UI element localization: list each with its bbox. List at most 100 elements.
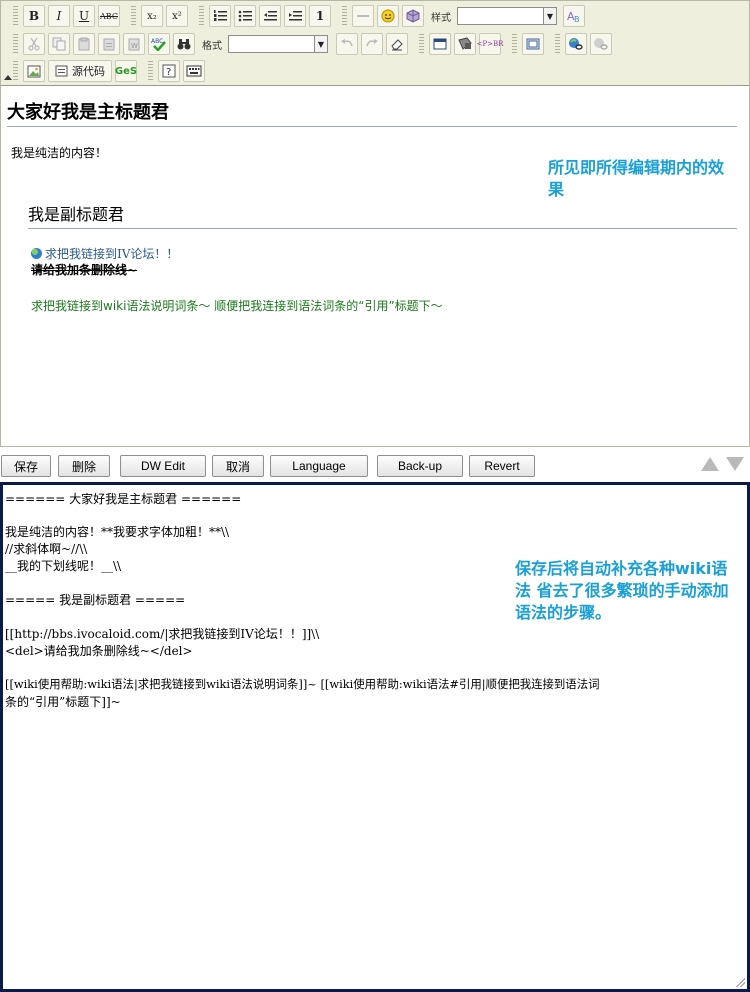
backup-button[interactable]: Back-up	[377, 455, 463, 477]
cancel-button[interactable]: 取消	[212, 455, 264, 477]
toolbar-grip	[13, 6, 18, 26]
ges-button[interactable]: GeS	[115, 60, 137, 82]
ordered-list-icon	[214, 10, 227, 21]
outdent-button[interactable]	[259, 5, 281, 27]
eraser-icon	[391, 39, 403, 51]
grow-editor-icon[interactable]	[726, 457, 744, 471]
shrink-editor-icon[interactable]	[701, 457, 719, 471]
link-button[interactable]	[565, 33, 587, 55]
toolbar-grip	[13, 34, 18, 54]
redo-icon	[366, 39, 378, 47]
italic-button[interactable]: I	[48, 5, 70, 27]
superscript-button[interactable]: x²	[166, 5, 188, 27]
copy-button[interactable]	[48, 33, 70, 55]
table-button[interactable]	[429, 33, 451, 55]
dw-edit-button[interactable]: DW Edit	[120, 455, 206, 477]
wysiwyg-editor[interactable]: 大家好我是主标题君 我是纯洁的内容！ 所见即所得编辑期内的效果 我是副标题君 求…	[0, 86, 750, 447]
svg-text:ABC: ABC	[151, 38, 163, 45]
delete-button[interactable]: 删除	[58, 455, 110, 477]
forum-link[interactable]: 求把我链接到IV论坛！！	[31, 245, 178, 262]
revert-button[interactable]: Revert	[469, 455, 535, 477]
ordered-list-button[interactable]	[209, 5, 231, 27]
heading-level-button[interactable]: 1	[309, 5, 331, 27]
paste-button[interactable]	[73, 33, 95, 55]
toolbar-separator	[512, 34, 517, 54]
help-icon: ?	[162, 64, 176, 78]
clipboard-text-icon	[103, 38, 115, 51]
toolbar-row-1: B I U ABC x₂ x² 1 样式 ▼ A B	[5, 3, 588, 29]
source-line: <del>请给我加条删除线~</del>	[5, 644, 193, 658]
subscript-button[interactable]: x₂	[141, 5, 163, 27]
keyboard-icon	[186, 65, 202, 77]
smiley-button[interactable]	[377, 5, 399, 27]
source-line: [[http://bbs.ivocaloid.com/|求把我链接到IV论坛！！…	[5, 627, 320, 641]
document-icon	[55, 65, 68, 77]
source-line: ====== 大家好我是主标题君 ======	[5, 492, 242, 506]
editor-toolbar: B I U ABC x₂ x² 1 样式 ▼ A B W ABC 格式 ▼ <P…	[0, 0, 750, 86]
unlink-icon	[594, 38, 608, 50]
special-char-button[interactable]	[402, 5, 424, 27]
format-select[interactable]: ▼	[228, 35, 328, 53]
image-button[interactable]	[23, 60, 45, 82]
svg-text:B: B	[574, 15, 580, 23]
smiley-icon	[381, 9, 395, 23]
redo-button[interactable]	[361, 33, 383, 55]
find-button[interactable]	[173, 33, 195, 55]
undo-button[interactable]	[336, 33, 358, 55]
resize-handle-icon[interactable]	[735, 977, 745, 987]
toolbar-separator	[199, 6, 204, 26]
cut-button[interactable]	[23, 33, 45, 55]
source-line: 我是纯洁的内容！**我要求字体加粗！**\\	[5, 525, 230, 539]
media-button[interactable]	[454, 33, 476, 55]
outdent-icon	[264, 11, 277, 21]
style-select[interactable]: ▼	[457, 7, 557, 25]
keyboard-button[interactable]	[183, 60, 205, 82]
underline-button[interactable]: U	[73, 5, 95, 27]
frame-icon	[526, 38, 540, 50]
wysiwyg-annotation: 所见即所得编辑期内的效果	[548, 158, 725, 199]
globe-link-icon	[569, 38, 583, 50]
clipboard-icon	[78, 37, 90, 51]
horizontal-rule-button[interactable]	[352, 5, 374, 27]
wiki-source-textarea[interactable]: ====== 大家好我是主标题君 ====== 我是纯洁的内容！**我要求字体加…	[0, 482, 750, 992]
paste-word-button[interactable]: W	[123, 33, 145, 55]
strikethrough-button[interactable]: ABC	[98, 5, 120, 27]
help-button[interactable]: ?	[158, 60, 180, 82]
forum-link-text: 求把我链接到IV论坛！！	[45, 247, 179, 261]
heading-2: 我是副标题君	[28, 201, 737, 229]
svg-text:?: ?	[166, 67, 171, 78]
toolbar-separator	[131, 6, 136, 26]
paragraph-break-button[interactable]: <P>BR	[477, 33, 503, 55]
unordered-list-button[interactable]	[234, 5, 256, 27]
action-bar: 保存 删除 DW Edit 取消 Language Back-up Revert	[0, 454, 750, 478]
source-line: 条的“引用”标题下]]~	[5, 695, 121, 709]
paste-text-button[interactable]	[98, 33, 120, 55]
paragraph: 我是纯洁的内容！	[11, 146, 108, 160]
heading-1: 大家好我是主标题君	[7, 98, 737, 127]
undo-icon	[341, 39, 353, 47]
text-style-icon: AB	[567, 10, 580, 23]
collapse-toolbar-icon[interactable]	[4, 75, 12, 80]
format-label: 格式	[202, 40, 222, 52]
indent-button[interactable]	[284, 5, 306, 27]
language-button[interactable]: Language	[270, 455, 368, 477]
spellcheck-button[interactable]: ABC	[148, 33, 170, 55]
style-label: 样式	[431, 12, 451, 24]
source-annotation: 保存后将自动补充各种wiki语法 省去了很多繁琐的手动添加语法的步骤。	[515, 559, 729, 622]
frame-button[interactable]	[522, 33, 544, 55]
scissors-icon	[28, 37, 40, 51]
strikethrough-text: 请给我加条删除线~	[31, 263, 138, 277]
unlink-button[interactable]	[590, 33, 612, 55]
remove-format-button[interactable]	[386, 33, 408, 55]
source-line: [[wiki使用帮助:wiki语法|求把我链接到wiki语法说明词条]]~ [[…	[5, 677, 600, 691]
indent-icon	[289, 11, 302, 21]
toolbar-row-2: W ABC 格式 ▼ <P>BR	[5, 31, 615, 57]
source-code-label: 源代码	[72, 65, 105, 78]
bold-button[interactable]: B	[23, 5, 45, 27]
text-color-button[interactable]: AB	[563, 5, 585, 27]
copy-icon	[52, 37, 66, 51]
wiki-links-text[interactable]: 求把我链接到wiki语法说明词条～ 顺便把我连接到语法词条的“引用”标题下～	[31, 297, 443, 314]
toolbar-separator	[148, 61, 153, 81]
source-code-button[interactable]: 源代码	[48, 60, 112, 82]
save-button[interactable]: 保存	[1, 455, 51, 477]
